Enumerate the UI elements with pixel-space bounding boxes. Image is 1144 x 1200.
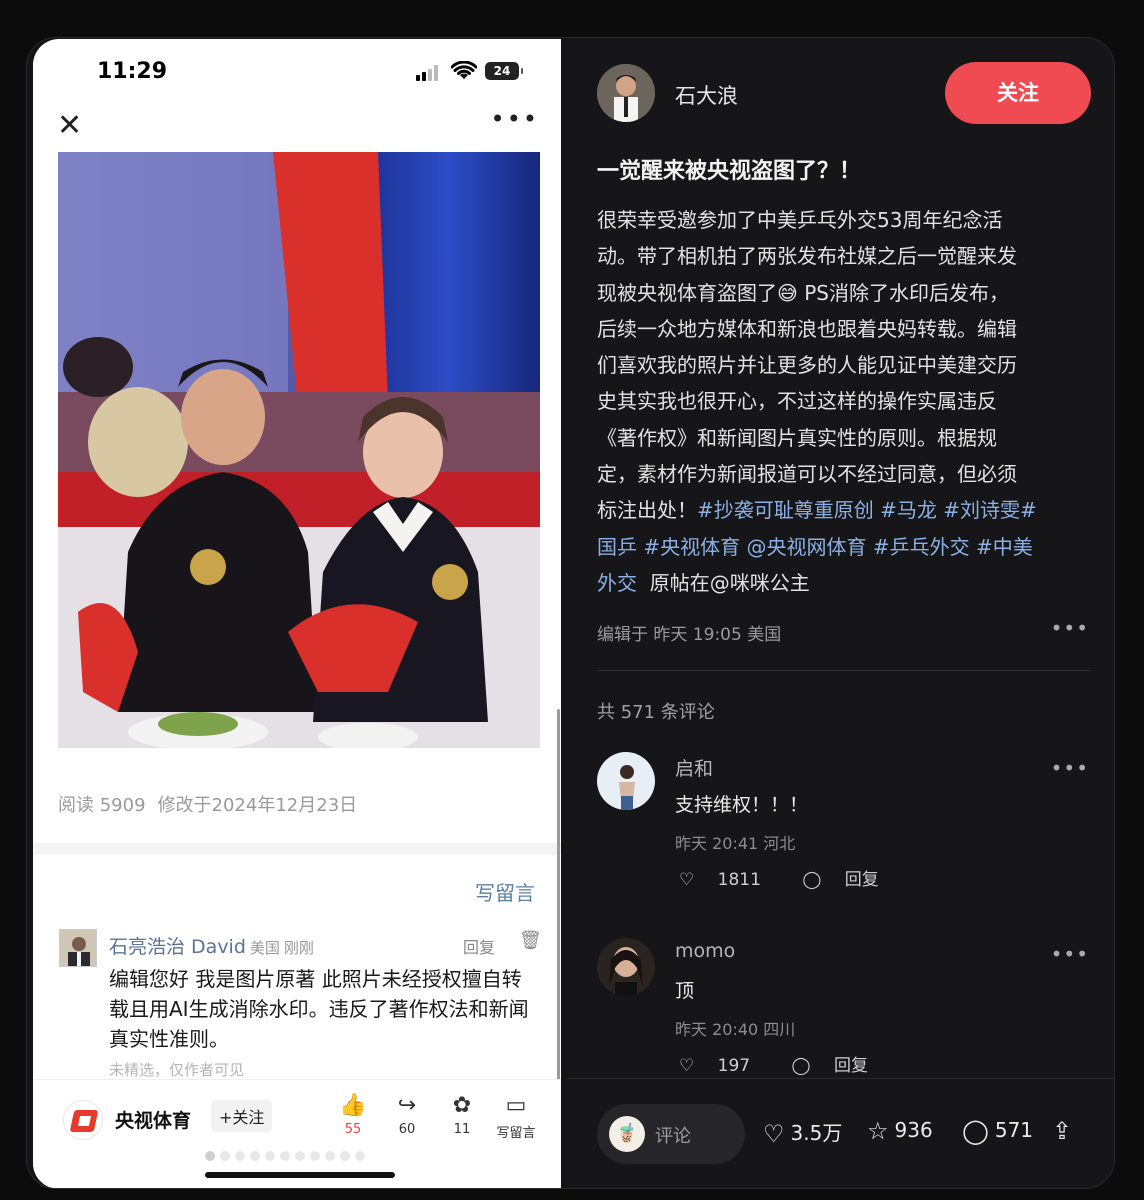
more-icon[interactable]: ••• <box>1051 616 1089 640</box>
like-button[interactable]: ♡ 1811 <box>679 870 779 890</box>
wechat-article-screen: 11:29 24 ✕ ••• 阅读 5909 修改于2024年12月23日 写留… <box>33 39 561 1188</box>
follow-button[interactable]: 关注 <box>945 62 1091 124</box>
post-body: 很荣幸受邀参加了中美乒乓外交53周年纪念活 动。带了相机拍了两张发布社媒之后一觉… <box>597 202 1093 601</box>
avatar[interactable] <box>597 752 655 810</box>
device-frame: 11:29 24 ✕ ••• 阅读 5909 修改于2024年12月23日 写留… <box>26 37 1115 1189</box>
comment-time: 昨天 20:41 河北 <box>675 834 796 853</box>
comment-count: 共 571 条评论 <box>597 702 715 723</box>
reply-button[interactable]: 回复 <box>463 934 495 958</box>
write-comment-button[interactable]: ▭ 写留言 <box>491 1092 541 1141</box>
comment-input[interactable]: 🧋 评论 <box>597 1104 745 1164</box>
comment-time: 昨天 20:40 四川 <box>675 1020 796 1039</box>
scrollbar[interactable] <box>557 709 560 1085</box>
chat-bubble-icon: ◯ <box>962 1117 989 1145</box>
like-button[interactable]: ♡ 197 <box>679 1056 768 1076</box>
signal-icon <box>416 65 442 81</box>
more-icon[interactable]: ••• <box>1051 756 1089 780</box>
star-icon: ☆ <box>867 1117 889 1145</box>
modified-date: 修改于2024年12月23日 <box>157 795 358 816</box>
comment-text: 支持维权！！！ <box>675 794 809 816</box>
avatar[interactable] <box>597 938 655 996</box>
more-icon[interactable]: ••• <box>1051 942 1089 966</box>
avatar <box>59 929 97 967</box>
page-indicator <box>205 1146 370 1165</box>
cctv-sports-logo <box>63 1100 103 1140</box>
read-count: 阅读 5909 <box>58 795 146 816</box>
write-comment-link[interactable]: 写留言 <box>475 877 535 906</box>
post-title: 一觉醒来被央视盗图了？！ <box>597 159 862 184</box>
reply-button[interactable]: ◯ 回复 <box>802 870 896 890</box>
like-button[interactable]: 👍 55 <box>328 1092 378 1137</box>
favorite-button[interactable]: ☆ 936 <box>867 1117 933 1145</box>
comment-text: 顶 <box>675 980 695 1002</box>
recommend-icon: ✿ <box>452 1093 472 1118</box>
share-button[interactable]: ↪ 60 <box>382 1092 432 1137</box>
trash-icon[interactable]: 🗑 <box>519 930 542 951</box>
account-name[interactable]: 央视体育 <box>115 1106 191 1133</box>
post-bottom-bar: 🧋 评论 ♡ 3.5万 ☆ 936 ◯ 571 ⇪ <box>567 1078 1114 1188</box>
article-topbar: ✕ ••• <box>33 101 561 151</box>
rednote-post-panel: 石大浪 关注 一觉醒来被央视盗图了？！ 很荣幸受邀参加了中美乒乓外交53周年纪念… <box>567 38 1114 1188</box>
recommend-button[interactable]: ✿ 11 <box>437 1092 487 1137</box>
article-photo <box>58 152 540 748</box>
comment-button[interactable]: ◯ 571 <box>962 1117 1033 1145</box>
divider <box>597 670 1091 671</box>
follow-button[interactable]: +关注 <box>211 1100 273 1132</box>
bubble-tea-icon: 🧋 <box>609 1116 645 1152</box>
section-divider <box>33 843 561 855</box>
share-button[interactable]: ⇪ <box>1052 1117 1078 1145</box>
hashtag-link[interactable]: #抄袭可耻尊重原创 #马龙 #刘诗雯# <box>697 498 1037 522</box>
heart-icon: ♡ <box>679 1056 695 1076</box>
comment-text: 编辑您好 我是图片原著 此照片未经授权擅自转载且用AI生成消除水印。违反了著作权… <box>109 967 529 1051</box>
chat-bubble-icon: ◯ <box>802 870 822 890</box>
comment-note: 未精选，仅作者可见 <box>109 1061 245 1079</box>
like-button[interactable]: ♡ 3.5万 <box>763 1117 842 1148</box>
author-name[interactable]: 石大浪 <box>675 80 738 110</box>
hashtag-link[interactable]: 外交 <box>597 571 637 595</box>
comment-placeholder: 评论 <box>655 1126 691 1147</box>
comment-author: 石亮浩治 David 美国 刚刚 <box>109 936 314 958</box>
share-icon: ⇪ <box>1052 1117 1073 1145</box>
more-icon[interactable]: ••• <box>491 107 539 131</box>
comment-actions: ♡ 1811 ◯ 回复 <box>679 865 915 890</box>
comment-actions: ♡ 197 ◯ 回复 <box>679 1051 904 1076</box>
comment-icon: ▭ <box>505 1093 527 1118</box>
commenter-name[interactable]: 启和 <box>675 754 713 781</box>
close-icon[interactable]: ✕ <box>57 111 82 141</box>
edit-time: 编辑于 昨天 19:05 美国 <box>597 625 782 645</box>
article-meta: 阅读 5909 修改于2024年12月23日 <box>58 791 369 817</box>
share-icon: ↪ <box>397 1093 417 1118</box>
status-bar: 11:29 24 <box>33 39 561 101</box>
hashtag-link[interactable]: 国乒 #央视体育 @央视网体育 #乒乓外交 #中美 <box>597 529 1093 565</box>
heart-icon: ♡ <box>679 870 695 890</box>
reply-button[interactable]: ◯ 回复 <box>792 1056 886 1076</box>
battery-icon: 24 <box>485 62 523 80</box>
wifi-icon <box>451 61 477 79</box>
thumbs-up-icon: 👍 <box>339 1093 367 1118</box>
heart-icon: ♡ <box>763 1120 785 1148</box>
home-indicator <box>205 1172 395 1178</box>
avatar[interactable] <box>597 64 655 122</box>
commenter-name[interactable]: momo <box>675 940 735 962</box>
status-time: 11:29 <box>97 59 168 84</box>
chat-bubble-icon: ◯ <box>791 1056 811 1076</box>
